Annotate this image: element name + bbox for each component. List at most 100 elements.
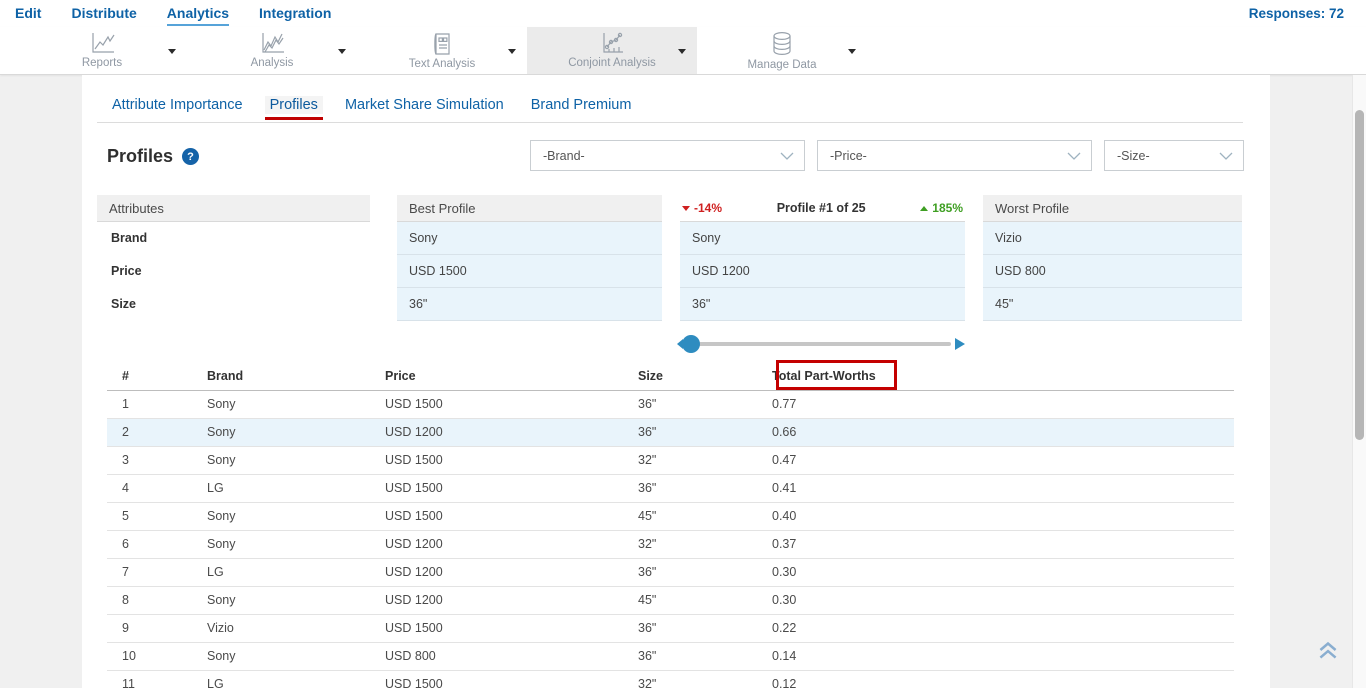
chevron-down-icon — [1067, 152, 1081, 160]
attributes-column: Attributes Brand Price Size — [97, 195, 370, 321]
table-row[interactable]: 8SonyUSD 120045"0.30 — [107, 586, 1234, 614]
attribute-label-brand: Brand — [97, 222, 370, 255]
slider-track[interactable] — [686, 342, 951, 346]
profile-slider[interactable] — [680, 335, 965, 353]
size-dropdown[interactable]: -Size- — [1104, 140, 1244, 171]
conjoint-analysis-dropdown-caret[interactable] — [678, 49, 686, 54]
worst-profile-price: USD 800 — [983, 255, 1242, 288]
manage-data-dropdown-caret[interactable] — [848, 49, 856, 54]
table-row[interactable]: 5SonyUSD 150045"0.40 — [107, 502, 1234, 530]
table-cell: USD 1500 — [385, 474, 638, 502]
price-dropdown[interactable]: -Price- — [817, 140, 1092, 171]
responses-count[interactable]: Responses: 72 — [1249, 6, 1366, 21]
table-cell: 0.30 — [772, 558, 1234, 586]
table-cell: Sony — [207, 418, 385, 446]
worst-profile-size: 45" — [983, 288, 1242, 321]
table-cell: USD 1200 — [385, 418, 638, 446]
table-cell: USD 1200 — [385, 530, 638, 558]
decrease-percentage: -14% — [682, 195, 722, 222]
conjoint-tabs: Attribute Importance Profiles Market Sha… — [107, 96, 636, 114]
scrollbar-thumb[interactable] — [1355, 110, 1364, 440]
vertical-scrollbar[interactable] — [1352, 75, 1366, 688]
size-dropdown-value: -Size- — [1117, 149, 1150, 163]
column-header-number: # — [107, 362, 207, 390]
increase-value: 185% — [932, 195, 963, 222]
reports-button[interactable]: Reports — [82, 32, 122, 69]
profile-pager-label: Profile #1 of 25 — [777, 195, 866, 222]
table-cell: Sony — [207, 390, 385, 418]
toolbar-group-analysis: Analysis — [187, 27, 357, 74]
help-icon[interactable]: ? — [182, 148, 199, 165]
decrease-value: -14% — [694, 195, 722, 222]
best-profile-price: USD 1500 — [397, 255, 662, 288]
reports-dropdown-caret[interactable] — [168, 49, 176, 54]
table-cell: 0.12 — [772, 670, 1234, 688]
table-row[interactable]: 9VizioUSD 150036"0.22 — [107, 614, 1234, 642]
top-nav: Edit Distribute Analytics Integration Re… — [0, 0, 1366, 27]
nav-edit[interactable]: Edit — [15, 5, 41, 23]
attribute-label-price: Price — [97, 255, 370, 288]
worst-profile-header: Worst Profile — [983, 195, 1242, 222]
table-cell: 0.30 — [772, 586, 1234, 614]
reports-label: Reports — [82, 57, 122, 69]
table-row[interactable]: 3SonyUSD 150032"0.47 — [107, 446, 1234, 474]
table-cell: 4 — [107, 474, 207, 502]
table-row[interactable]: 11LGUSD 150032"0.12 — [107, 670, 1234, 688]
table-cell: USD 1200 — [385, 586, 638, 614]
tab-profiles[interactable]: Profiles — [265, 96, 323, 114]
slider-next-arrow-icon[interactable] — [955, 338, 965, 350]
manage-data-label: Manage Data — [747, 59, 816, 71]
column-header-size: Size — [638, 362, 772, 390]
profiles-table: # Brand Price Size Total Part-Worths 1So… — [107, 362, 1234, 688]
table-cell: 36" — [638, 614, 772, 642]
table-row[interactable]: 4LGUSD 150036"0.41 — [107, 474, 1234, 502]
column-header-brand: Brand — [207, 362, 385, 390]
table-row[interactable]: 10SonyUSD 80036"0.14 — [107, 642, 1234, 670]
best-profile-brand: Sony — [397, 222, 662, 255]
profile-comparison: Attributes Brand Price Size Best Profile… — [82, 195, 1270, 365]
table-cell: 7 — [107, 558, 207, 586]
table-cell: 32" — [638, 670, 772, 688]
table-cell: 45" — [638, 586, 772, 614]
tab-attribute-importance[interactable]: Attribute Importance — [107, 96, 248, 114]
analysis-dropdown-caret[interactable] — [338, 49, 346, 54]
best-profile-header: Best Profile — [397, 195, 662, 222]
analysis-button[interactable]: Analysis — [251, 32, 294, 69]
tab-brand-premium[interactable]: Brand Premium — [526, 96, 637, 114]
nav-items: Edit Distribute Analytics Integration — [0, 5, 331, 23]
text-analysis-label: Text Analysis — [409, 58, 475, 70]
database-icon — [771, 31, 793, 57]
profiles-table-body: 1SonyUSD 150036"0.772SonyUSD 120036"0.66… — [107, 390, 1234, 688]
table-row[interactable]: 7LGUSD 120036"0.30 — [107, 558, 1234, 586]
table-cell: 0.37 — [772, 530, 1234, 558]
chevron-down-icon — [780, 152, 794, 160]
double-chevron-up-icon — [1315, 637, 1341, 663]
brand-dropdown[interactable]: -Brand- — [530, 140, 805, 171]
table-cell: 0.14 — [772, 642, 1234, 670]
conjoint-analysis-label: Conjoint Analysis — [568, 57, 656, 69]
nav-analytics[interactable]: Analytics — [167, 5, 229, 23]
best-profile-column: Best Profile Sony USD 1500 36" — [397, 195, 662, 321]
conjoint-analysis-button[interactable]: Conjoint Analysis — [568, 32, 656, 69]
table-row[interactable]: 1SonyUSD 150036"0.77 — [107, 390, 1234, 418]
manage-data-button[interactable]: Manage Data — [747, 31, 816, 71]
tab-market-share-simulation[interactable]: Market Share Simulation — [340, 96, 509, 114]
table-cell: 0.77 — [772, 390, 1234, 418]
scroll-to-top-button[interactable] — [1315, 637, 1341, 663]
table-row[interactable]: 2SonyUSD 120036"0.66 — [107, 418, 1234, 446]
nav-integration[interactable]: Integration — [259, 5, 331, 23]
slider-handle[interactable] — [682, 335, 700, 353]
triangle-up-icon — [920, 206, 928, 211]
column-header-price: Price — [385, 362, 638, 390]
page-header: Profiles ? — [107, 146, 199, 167]
best-profile-size: 36" — [397, 288, 662, 321]
table-cell: 9 — [107, 614, 207, 642]
text-analysis-button[interactable]: Text Analysis — [409, 32, 475, 70]
table-cell: 32" — [638, 530, 772, 558]
table-cell: 36" — [638, 474, 772, 502]
filter-row: -Brand- -Price- -Size- — [530, 140, 1244, 171]
text-analysis-dropdown-caret[interactable] — [508, 49, 516, 54]
nav-distribute[interactable]: Distribute — [71, 5, 136, 23]
table-cell: Sony — [207, 502, 385, 530]
table-row[interactable]: 6SonyUSD 120032"0.37 — [107, 530, 1234, 558]
